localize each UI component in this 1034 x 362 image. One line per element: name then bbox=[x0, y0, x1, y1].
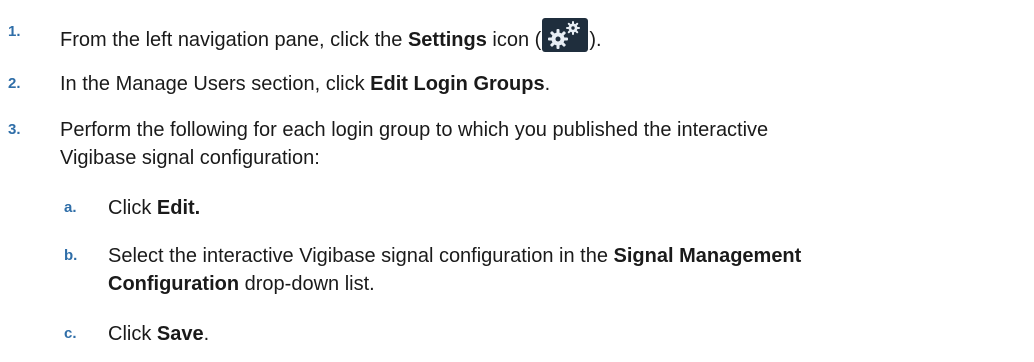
edit-login-groups-term: Edit Login Groups bbox=[370, 73, 545, 95]
substep-text-suffix: . bbox=[203, 323, 210, 345]
edit-term: Edit. bbox=[156, 197, 201, 219]
configuration-term: Configuration bbox=[108, 273, 240, 295]
substep-text-prefix: Click bbox=[108, 197, 157, 219]
step-text: Perform the following for each login gro… bbox=[60, 116, 1020, 172]
save-term: Save bbox=[156, 323, 204, 345]
step-text-suffix: ). bbox=[589, 29, 602, 51]
substep-text-prefix: Click bbox=[108, 323, 157, 345]
step-text-line-1: Perform the following for each login gro… bbox=[60, 119, 769, 141]
substep-letter: a. bbox=[64, 199, 77, 216]
step-text-prefix: In the Manage Users section, click bbox=[60, 73, 371, 95]
substep-text-prefix: Select the interactive Vigibase signal c… bbox=[108, 245, 614, 267]
step-text-prefix: From the left navigation pane, click the bbox=[60, 29, 408, 51]
substep-text: Select the interactive Vigibase signal c… bbox=[108, 242, 1028, 298]
step-text: In the Manage Users section, click Edit … bbox=[60, 70, 1020, 98]
gear-icon bbox=[542, 18, 589, 52]
substep-letter: c. bbox=[64, 325, 77, 342]
signal-management-term: Signal Management bbox=[613, 245, 802, 267]
step-text: From the left navigation pane, click the… bbox=[60, 18, 1020, 54]
substep-text-suffix: drop-down list. bbox=[239, 273, 375, 295]
step-number: 3. bbox=[8, 121, 21, 138]
substep-letter: b. bbox=[64, 247, 78, 264]
step-number: 1. bbox=[8, 23, 21, 40]
step-text-line-2: Vigibase signal configuration: bbox=[60, 147, 320, 169]
step-text-icon-prefix: icon ( bbox=[486, 29, 542, 51]
step-text-suffix: . bbox=[544, 73, 551, 95]
step-number: 2. bbox=[8, 75, 21, 92]
settings-term: Settings bbox=[407, 29, 487, 51]
substep-text: Click Save. bbox=[108, 320, 1028, 348]
substep-text: Click Edit. bbox=[108, 194, 1028, 222]
